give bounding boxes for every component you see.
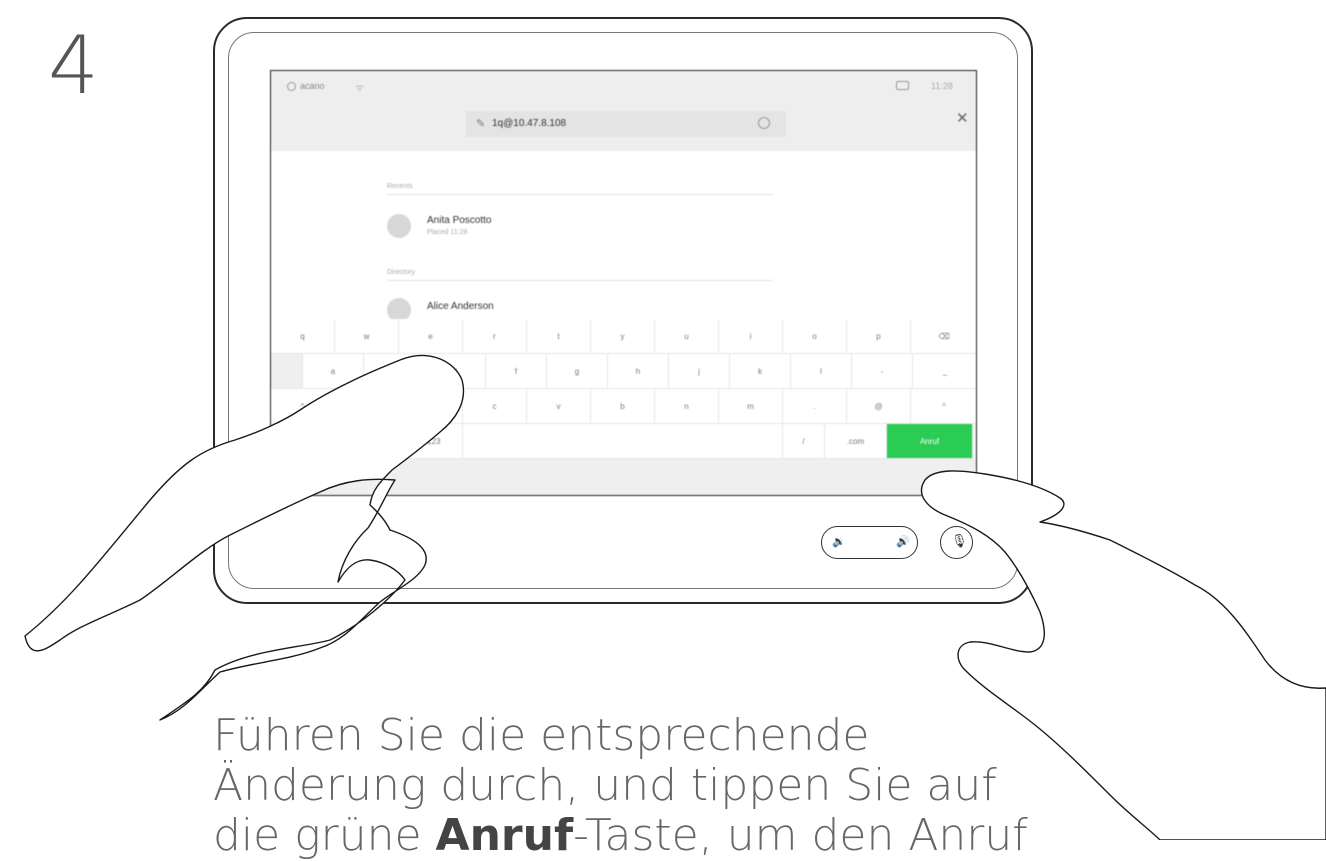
caption-text: die grüne [213, 810, 436, 861]
instruction-caption: Führen Sie die entsprechende Änderung du… [213, 711, 1028, 861]
caption-text: -Taste, um den Anruf [573, 810, 1028, 861]
left-hand-icon [24, 354, 465, 721]
caption-bold-text: Anruf [435, 810, 574, 861]
caption-line: die grüne Anruf-Taste, um den Anruf [213, 811, 1028, 861]
caption-line: Führen Sie die entsprechende [213, 710, 870, 761]
caption-line: Änderung durch, und tippen Sie auf [213, 760, 997, 811]
